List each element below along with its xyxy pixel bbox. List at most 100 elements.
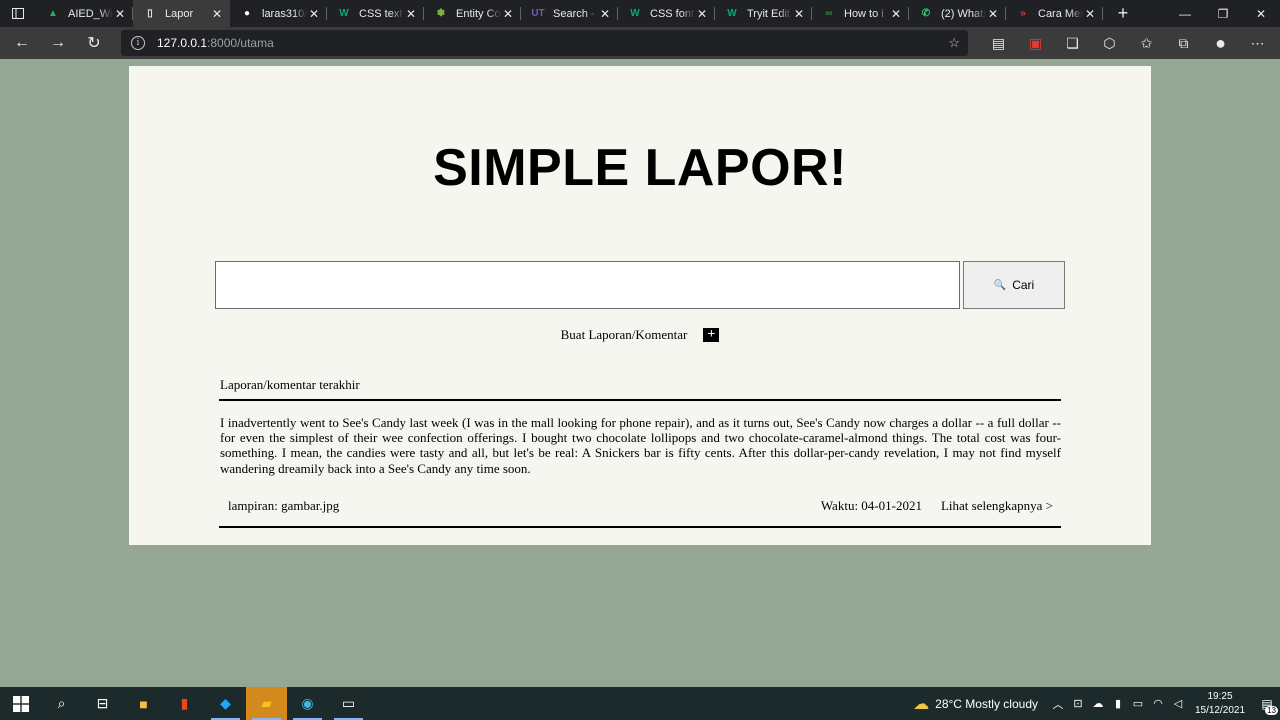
partly-cloudy-icon: ☁ [913, 695, 930, 713]
close-window-icon[interactable]: ✕ [1242, 0, 1280, 27]
profile-avatar-icon[interactable]: ● [1202, 27, 1239, 59]
page-title: SIMPLE LAPOR! [433, 139, 847, 197]
add-favorite-icon[interactable]: ☆ [948, 35, 960, 51]
terminal-icon[interactable]: ▭ [328, 687, 369, 720]
see-more-link[interactable]: Lihat selengkapnya > [941, 498, 1053, 514]
report-time: Waktu: 04-01-2021 [820, 498, 922, 513]
browser-tab[interactable]: ● laras310/✕ [230, 0, 327, 27]
system-tray: ☁ 28°C Mostly cloudy ︿ ⊡ ☁ ▮ ▭ ◠ ◁ 19:25… [913, 687, 1280, 720]
tab-title: Search - [553, 7, 595, 20]
tab-title: CSS font- [650, 7, 695, 20]
task-view-icon[interactable]: ⊟ [82, 687, 123, 720]
wifi-icon[interactable]: ◠ [1148, 697, 1168, 710]
reload-icon[interactable]: ↻ [76, 27, 112, 59]
tab-actions-menu-icon[interactable] [0, 0, 36, 27]
forward-icon[interactable]: → [40, 27, 76, 59]
close-tab-icon[interactable]: ✕ [210, 7, 224, 21]
page-icon: ▯ [147, 8, 153, 19]
browser-tab[interactable]: ▲ AIED_Wi ✕ [36, 0, 133, 27]
weather-text: 28°C Mostly cloudy [935, 696, 1038, 711]
reading-view-icon[interactable]: ▤ [980, 27, 1017, 59]
attachment-link[interactable]: lampiran: gambar.jpg [228, 498, 339, 514]
collections-ext-icon[interactable]: ❏ [1054, 27, 1091, 59]
sticky-notes-icon[interactable]: ▰ [246, 687, 287, 720]
whatsapp-icon: ✆ [921, 8, 931, 19]
close-tab-icon[interactable]: ✕ [1083, 7, 1097, 21]
report-body: I inadvertently went to See's Candy last… [220, 415, 1061, 476]
browser-tab-strip: ▲ AIED_Wi ✕ ▯ Lapor ✕ ● laras310/✕ W CSS text- ✕ ✽ E… [0, 0, 1280, 27]
plus-icon[interactable]: + [703, 328, 720, 342]
battery-icon[interactable]: ▭ [1128, 697, 1148, 710]
browser-tab[interactable]: W CSS text- ✕ [327, 0, 424, 27]
volume-icon[interactable]: ◁ [1168, 697, 1188, 710]
notification-count: 13 [1265, 706, 1278, 715]
github-icon: ● [243, 8, 251, 19]
latest-reports-heading: Laporan/komentar terakhir [220, 377, 360, 392]
search-icon: 🔍 [993, 279, 1007, 291]
weather-widget[interactable]: ☁ 28°C Mostly cloudy [913, 694, 1038, 714]
close-tab-icon[interactable]: ✕ [889, 7, 903, 21]
meet-now-icon[interactable]: ⊡ [1068, 697, 1088, 710]
browser-tab[interactable]: ✽ Entity Co ✕ [424, 0, 521, 27]
url-host: 127.0.0.1 [157, 36, 208, 50]
close-tab-icon[interactable]: ✕ [792, 7, 806, 21]
ut-icon: UT [531, 8, 545, 19]
edge-icon[interactable]: ◉ [287, 687, 328, 720]
minimize-icon[interactable]: — [1166, 0, 1204, 27]
close-tab-icon[interactable]: ✕ [695, 7, 709, 21]
close-tab-icon[interactable]: ✕ [113, 7, 127, 21]
vscode-icon[interactable]: ◆ [205, 687, 246, 720]
new-tab-button[interactable]: + [1109, 3, 1137, 24]
report-meta: Waktu: 04-01-2021 Lihat selengkapnya > [821, 498, 1053, 514]
show-hidden-icons-icon[interactable]: ︿ [1048, 696, 1068, 712]
extensions-icon[interactable]: ⬡ [1091, 27, 1128, 59]
site-info-icon[interactable]: i [131, 36, 145, 50]
office-icon[interactable]: ▮ [164, 687, 205, 720]
restore-icon[interactable]: ❐ [1204, 0, 1242, 27]
file-explorer-icon[interactable]: ■ [123, 687, 164, 720]
create-report-link[interactable]: Buat Laporan/Komentar + [129, 327, 1151, 343]
mendeley-extension-icon[interactable]: ▣ [1017, 27, 1054, 59]
collections-icon[interactable]: ⧉ [1165, 27, 1202, 59]
page-viewport: SIMPLE LAPOR! 🔍 Cari Buat Laporan/Koment… [0, 59, 1280, 687]
divider [219, 526, 1061, 528]
tab-title: Entity Co [456, 7, 501, 20]
settings-menu-icon[interactable]: ⋯ [1239, 27, 1276, 59]
close-tab-icon[interactable]: ✕ [986, 7, 1000, 21]
browser-tab[interactable]: W CSS font- ✕ [618, 0, 715, 27]
clock[interactable]: 19:25 15/12/2021 [1194, 690, 1246, 718]
notification-center-icon[interactable]: ▤ 13 [1254, 687, 1280, 720]
back-icon[interactable]: ← [4, 27, 40, 59]
tab-title: CSS text- [359, 7, 404, 20]
google-drive-icon: ▲ [48, 8, 58, 19]
close-tab-icon[interactable]: ✕ [501, 7, 515, 21]
browser-tab[interactable]: ∞ How to i ✕ [812, 0, 909, 27]
clock-time: 19:25 [1207, 690, 1233, 702]
search-taskbar-icon[interactable]: ⌕ [41, 687, 82, 720]
tab-title: How to i [844, 7, 884, 20]
browser-tab[interactable]: W Tryit Edit ✕ [715, 0, 812, 27]
search-input[interactable] [215, 261, 960, 309]
browser-toolbar: ← → ↻ i 127.0.0.1:8000/utama ☆ ▤ ▣ ❏ ⬡ ✩… [0, 27, 1280, 59]
w3schools-icon: W [339, 8, 349, 19]
close-tab-icon[interactable]: ✕ [404, 7, 418, 21]
address-bar[interactable]: i 127.0.0.1:8000/utama ☆ [121, 30, 968, 56]
tab-title: Cara Mer [1038, 7, 1083, 20]
tab-title: AIED_Wi [68, 7, 113, 20]
favorites-icon[interactable]: ✩ [1128, 27, 1165, 59]
close-tab-icon[interactable]: ✕ [598, 7, 612, 21]
tray-icons: ︿ ⊡ ☁ ▮ ▭ ◠ ◁ [1048, 696, 1188, 712]
browser-tab[interactable]: » Cara Mer ✕ [1006, 0, 1103, 27]
browser-tab[interactable]: ▯ Lapor ✕ [133, 0, 230, 27]
browser-tab[interactable]: UT Search - ✕ [521, 0, 618, 27]
close-tab-icon[interactable]: ✕ [307, 7, 321, 21]
browser-tab[interactable]: ✆ (2) Whats ✕ [909, 0, 1006, 27]
cloud-sync-icon[interactable]: ☁ [1088, 697, 1108, 710]
search-button[interactable]: 🔍 Cari [963, 261, 1065, 309]
w3schools-icon: W [727, 8, 737, 19]
microphone-icon[interactable]: ▮ [1108, 697, 1128, 710]
tab-separator [1102, 7, 1103, 20]
w3schools-icon: W [630, 8, 640, 19]
tab-title: Tryit Edit [747, 7, 790, 20]
start-windows-icon[interactable] [0, 687, 41, 720]
